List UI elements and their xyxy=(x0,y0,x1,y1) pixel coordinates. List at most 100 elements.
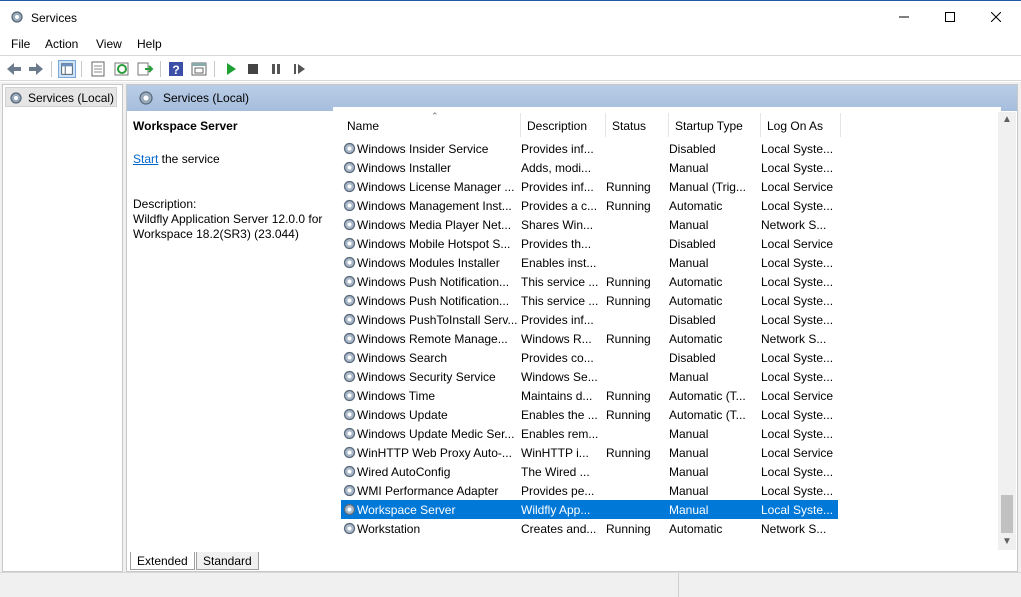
cell-status: Running xyxy=(606,446,651,460)
table-row[interactable]: Windows Update Medic Ser... Enables rem..… xyxy=(341,424,838,443)
cell-name: Windows PushToInstall Serv... xyxy=(357,313,517,327)
table-row[interactable]: Windows Push Notification... This service… xyxy=(341,291,838,310)
table-row[interactable]: Wired AutoConfig The Wired ... Manual Local… xyxy=(341,462,838,481)
stop-service-icon[interactable] xyxy=(244,60,262,78)
refresh-icon[interactable] xyxy=(113,60,131,78)
minimize-button[interactable] xyxy=(881,1,927,33)
cell-status: Running xyxy=(606,275,651,289)
menu-action[interactable]: Action xyxy=(45,37,78,51)
table-row[interactable]: Windows Media Player Net... Shares Win...… xyxy=(341,215,838,234)
cell-description: WinHTTP i... xyxy=(521,446,589,460)
column-header-name[interactable]: ⌃ Name xyxy=(341,111,521,137)
cell-description: Adds, modi... xyxy=(521,161,592,175)
cell-description: Shares Win... xyxy=(521,218,594,232)
column-header-description[interactable]: Description xyxy=(521,113,606,137)
column-header-startup-type-label: Startup Type xyxy=(675,119,743,133)
menu-view[interactable]: View xyxy=(96,37,122,51)
column-header-startup-type[interactable]: Startup Type xyxy=(669,113,761,137)
pause-service-icon[interactable] xyxy=(267,60,285,78)
cell-description: Provides inf... xyxy=(521,313,594,327)
maximize-button[interactable] xyxy=(927,1,973,33)
cell-logon: Local Service xyxy=(761,237,834,251)
properties-icon[interactable] xyxy=(89,60,107,78)
table-row[interactable]: Windows Mobile Hotspot S... Provides th..… xyxy=(341,234,838,253)
menu-bar: File Action View Help xyxy=(0,34,1021,54)
table-row[interactable]: WMI Performance Adapter Provides pe... Man… xyxy=(341,481,838,500)
export-list-icon[interactable] xyxy=(136,60,154,78)
cell-logon: Local Syste... xyxy=(761,161,834,175)
cell-logon: Local Service xyxy=(761,389,834,403)
restart-service-icon[interactable] xyxy=(290,60,308,78)
scroll-up-icon[interactable]: ▲ xyxy=(1002,114,1012,125)
table-row[interactable]: Windows Search Provides co... Disabled Loca… xyxy=(341,348,838,367)
description-text: Wildfly Application Server 12.0.0 for Wo… xyxy=(133,212,323,241)
cell-name: Windows Push Notification... xyxy=(357,294,510,308)
cell-logon: Local Syste... xyxy=(761,484,834,498)
cell-description: This service ... xyxy=(521,294,599,308)
table-row[interactable]: Windows Installer Adds, modi... Manual Loca… xyxy=(341,158,838,177)
column-header-status[interactable]: Status xyxy=(606,113,669,137)
mmc-view-icon[interactable] xyxy=(190,60,208,78)
cell-startup: Automatic xyxy=(669,275,723,289)
tree-item-services-local[interactable]: Services (Local) xyxy=(5,87,117,107)
table-row[interactable]: Windows Time Maintains d... Running Automat… xyxy=(341,386,838,405)
tab-extended[interactable]: Extended xyxy=(130,552,195,570)
show-hide-tree-icon[interactable] xyxy=(58,60,76,78)
table-row[interactable]: Windows Modules Installer Enables inst...… xyxy=(341,253,838,272)
table-row[interactable]: Workstation Creates and... Running Automati… xyxy=(341,519,838,538)
menu-help[interactable]: Help xyxy=(137,37,162,51)
cell-logon: Local Syste... xyxy=(761,313,834,327)
forward-icon[interactable] xyxy=(27,60,45,78)
cell-startup: Manual xyxy=(669,503,709,517)
column-header-log-on-as[interactable]: Log On As xyxy=(761,113,841,137)
cell-startup: Disabled xyxy=(669,351,716,365)
tab-standard[interactable]: Standard xyxy=(196,552,259,570)
cell-status: Running xyxy=(606,180,651,194)
service-gear-icon xyxy=(343,465,356,478)
title-bar: Services xyxy=(0,0,1021,34)
table-row[interactable]: Windows PushToInstall Serv... Provides in… xyxy=(341,310,838,329)
service-gear-icon xyxy=(343,370,356,383)
cell-logon: Local Syste... xyxy=(761,408,834,422)
cell-description: Provides pe... xyxy=(521,484,595,498)
cell-name: Windows Mobile Hotspot S... xyxy=(357,237,511,251)
cell-description: Maintains d... xyxy=(521,389,593,403)
vertical-scrollbar[interactable]: ▲ ▼ xyxy=(998,112,1016,550)
start-service-link[interactable]: Start xyxy=(133,152,158,166)
help-icon[interactable]: ? xyxy=(167,60,185,78)
cell-name: WMI Performance Adapter xyxy=(357,484,499,498)
scroll-down-icon[interactable]: ▼ xyxy=(1002,536,1012,547)
cell-startup: Automatic (T... xyxy=(669,408,746,422)
service-gear-icon xyxy=(343,294,356,307)
cell-logon: Local Service xyxy=(761,180,834,194)
menu-file[interactable]: File xyxy=(11,37,30,51)
status-bar-divider xyxy=(678,573,679,597)
table-row[interactable]: Windows Security Service Windows Se... Man… xyxy=(341,367,838,386)
table-row[interactable]: Windows License Manager ... Provides inf.… xyxy=(341,177,838,196)
service-gear-icon xyxy=(343,522,356,535)
main-area: Services (Local) Services (Local) Worksp… xyxy=(0,82,1021,572)
table-row[interactable]: Workspace Server Wildfly App... Manual Loca… xyxy=(340,499,839,520)
cell-startup: Manual xyxy=(669,465,709,479)
cell-name: WinHTTP Web Proxy Auto-... xyxy=(357,446,512,460)
toolbar-separator xyxy=(51,61,52,77)
scrollbar-thumb[interactable] xyxy=(1001,495,1013,533)
back-icon[interactable] xyxy=(5,60,23,78)
maximize-icon xyxy=(945,12,955,22)
start-service-icon[interactable] xyxy=(222,60,240,78)
table-row[interactable]: Windows Remote Manage... Windows R... Runn… xyxy=(341,329,838,348)
cell-startup: Disabled xyxy=(669,313,716,327)
close-button[interactable] xyxy=(973,1,1019,33)
table-row[interactable]: Windows Push Notification... This service… xyxy=(341,272,838,291)
window-title: Services xyxy=(31,11,78,25)
table-row[interactable]: WinHTTP Web Proxy Auto-... WinHTTP i... Ru… xyxy=(341,443,838,462)
cell-description: Provides inf... xyxy=(521,180,594,194)
cell-startup: Automatic xyxy=(669,332,723,346)
cell-startup: Manual xyxy=(669,370,709,384)
toolbar-separator xyxy=(214,61,215,77)
cell-startup: Manual (Trig... xyxy=(669,180,746,194)
table-row[interactable]: Windows Update Enables the ... Running Auto… xyxy=(341,405,838,424)
table-row[interactable]: Windows Insider Service Provides inf... Di… xyxy=(341,139,838,158)
cell-name: Windows Time xyxy=(357,389,436,403)
table-row[interactable]: Windows Management Inst... Provides a c..… xyxy=(341,196,838,215)
